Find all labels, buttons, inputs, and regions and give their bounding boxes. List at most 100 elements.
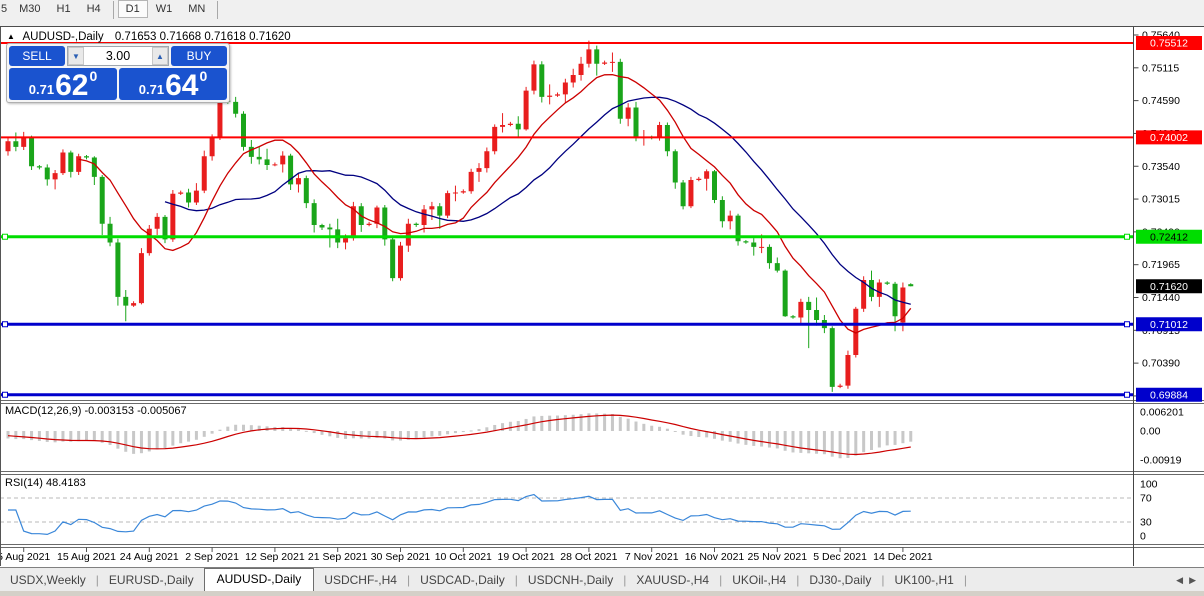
- sell-price-prefix: 0.71: [28, 82, 55, 97]
- timeframe-button-5[interactable]: 5: [0, 0, 11, 18]
- candle: [633, 107, 639, 139]
- timeframe-button-m30[interactable]: M30: [11, 0, 48, 18]
- candle: [217, 100, 223, 138]
- candle: [421, 209, 427, 225]
- line-handle[interactable]: [2, 321, 8, 328]
- candle: [578, 63, 584, 75]
- price-tick-label: 0.75115: [1142, 62, 1179, 74]
- timeframe-button-w1[interactable]: W1: [148, 0, 181, 18]
- sell-button[interactable]: SELL: [9, 46, 65, 66]
- candle: [719, 200, 725, 222]
- sell-price-button[interactable]: 0.71 62 0: [9, 68, 117, 102]
- candle: [704, 171, 710, 179]
- candle: [13, 141, 19, 147]
- candle: [500, 125, 506, 127]
- buy-button[interactable]: BUY: [171, 46, 227, 66]
- sell-price-point: 0: [89, 68, 98, 84]
- price-badge-label: 0.71012: [1150, 319, 1188, 331]
- candle: [562, 82, 568, 95]
- tab-usdcad-daily[interactable]: USDCAD-,Daily: [410, 570, 515, 591]
- macd-axis-label: 0.00: [1140, 426, 1161, 438]
- candle: [327, 227, 333, 230]
- chart-canvas[interactable]: 0.756400.751150.745900.740650.735400.730…: [0, 27, 1204, 566]
- candle: [272, 164, 278, 166]
- tab-scroll-left-icon[interactable]: ◀: [1176, 575, 1183, 586]
- candle: [201, 156, 207, 191]
- date-tick-label: 24 Aug 2021: [120, 551, 179, 563]
- volume-decrease-icon[interactable]: ▼: [68, 47, 84, 65]
- volume-increase-icon[interactable]: ▲: [152, 47, 168, 65]
- candle: [264, 159, 270, 165]
- macd-axis-label: 0.006201: [1140, 407, 1184, 419]
- date-tick-label: 25 Nov 2021: [748, 551, 808, 563]
- tab-usdchf-h4[interactable]: USDCHF-,H4: [314, 570, 407, 591]
- tab-scroll-buttons: ◀ ▶: [1176, 575, 1204, 591]
- price-badge-label: 0.72412: [1150, 231, 1188, 243]
- candle: [233, 101, 239, 114]
- candle: [186, 192, 192, 203]
- macd-axis-label: -0.00919: [1140, 455, 1182, 467]
- timeframe-button-d1[interactable]: D1: [117, 0, 148, 18]
- timeframe-button-mn[interactable]: MN: [180, 0, 213, 18]
- candle: [76, 156, 82, 172]
- tab-usdcnh-daily[interactable]: USDCNH-,Daily: [518, 570, 623, 591]
- price-badge-label: 0.75512: [1150, 38, 1188, 50]
- line-handle[interactable]: [2, 391, 8, 398]
- candle: [390, 239, 396, 279]
- candle: [413, 223, 419, 225]
- rsi-axis-label: 70: [1140, 493, 1152, 505]
- tab-eurusd-daily[interactable]: EURUSD-,Daily: [99, 570, 204, 591]
- price-tick-label: 0.73540: [1142, 161, 1180, 173]
- candle: [295, 178, 301, 185]
- line-handle[interactable]: [2, 233, 8, 240]
- candle: [256, 156, 262, 160]
- price-badge-label: 0.71620: [1150, 281, 1188, 293]
- candle: [609, 61, 615, 63]
- volume-stepper: ▼ 3.00 ▲: [67, 46, 169, 66]
- candle: [712, 171, 717, 200]
- window-border: [0, 27, 1, 566]
- candle: [507, 123, 513, 125]
- toolbar-separator: [112, 1, 114, 19]
- rsi-axis-label: 0: [1140, 531, 1146, 543]
- tab-xauusd-h4[interactable]: XAUUSD-,H4: [626, 570, 719, 591]
- candle: [382, 207, 388, 240]
- candle: [570, 75, 576, 83]
- candle: [555, 94, 560, 96]
- tab-dj30-daily[interactable]: DJ30-,Daily: [799, 570, 881, 591]
- candle: [884, 282, 890, 284]
- tab-uk100-h1[interactable]: UK100-,H1: [884, 570, 963, 591]
- status-strip: [0, 591, 1204, 596]
- candle: [91, 157, 97, 177]
- ma-slow-line[interactable]: [164, 96, 911, 305]
- price-badge-label: 0.69884: [1150, 389, 1188, 401]
- tab-usdx-weekly[interactable]: USDX,Weekly: [0, 570, 96, 591]
- tab-ukoil-h4[interactable]: UKOil-,H4: [722, 570, 796, 591]
- date-tick-label: 19 Oct 2021: [497, 551, 554, 563]
- line-handle[interactable]: [1124, 391, 1130, 398]
- candle: [594, 49, 600, 64]
- one-click-trade-panel: SELL ▼ 3.00 ▲ BUY 0.71 62 0 0.71 64 0: [6, 43, 230, 103]
- candle: [688, 180, 694, 207]
- tab-audusd-daily[interactable]: AUDUSD-,Daily: [203, 568, 315, 591]
- candle: [751, 242, 757, 247]
- collapse-trade-panel-icon[interactable]: ▲: [7, 32, 15, 41]
- candle: [131, 303, 137, 306]
- tab-scroll-right-icon[interactable]: ▶: [1189, 575, 1196, 586]
- candle: [492, 126, 498, 152]
- candle: [248, 146, 254, 157]
- volume-input[interactable]: 3.00: [84, 47, 152, 65]
- candle: [343, 238, 349, 243]
- candle: [476, 168, 482, 172]
- candle: [445, 193, 451, 216]
- line-handle[interactable]: [1124, 233, 1130, 240]
- timeframe-button-h1[interactable]: H1: [49, 0, 79, 18]
- sell-price-pips: 62: [55, 69, 89, 102]
- timeframe-button-h4[interactable]: H4: [79, 0, 109, 18]
- candle: [814, 310, 820, 320]
- chart-title: ▲ AUDUSD-,Daily 0.71653 0.71668 0.71618 …: [7, 31, 291, 43]
- buy-price-button[interactable]: 0.71 64 0: [119, 68, 227, 101]
- candle: [743, 241, 749, 243]
- line-handle[interactable]: [1124, 321, 1130, 328]
- candle: [531, 64, 537, 91]
